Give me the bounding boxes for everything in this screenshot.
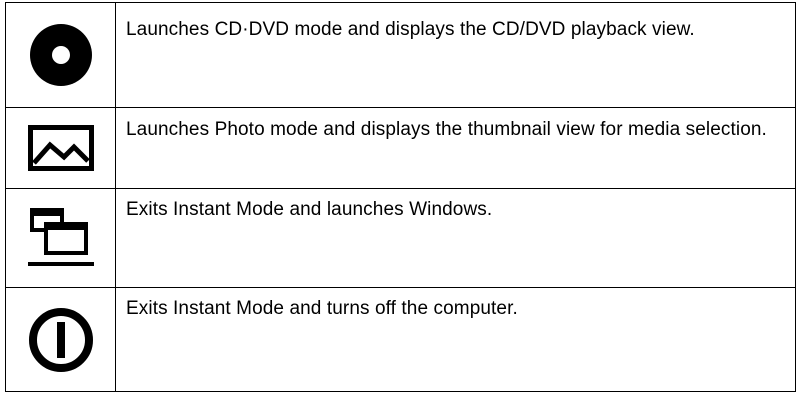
- power-icon: [28, 307, 94, 372]
- table-row: Launches CD·DVD mode and displays the CD…: [5, 2, 796, 108]
- instant-mode-buttons-table: Launches CD·DVD mode and displays the CD…: [5, 2, 796, 392]
- icon-cell: [5, 188, 116, 288]
- icon-cell: [5, 287, 116, 392]
- description-cell: Launches Photo mode and displays the thu…: [115, 107, 796, 189]
- icon-cell: [5, 2, 116, 108]
- disc-icon: [29, 24, 93, 86]
- photo-icon: [27, 125, 94, 171]
- windows-switch-icon: [27, 208, 94, 266]
- table-row: Launches Photo mode and displays the thu…: [5, 107, 796, 189]
- table-row: Exits Instant Mode and launches Windows.: [5, 188, 796, 288]
- description-cell: Exits Instant Mode and launches Windows.: [115, 188, 796, 288]
- table-row: Exits Instant Mode and turns off the com…: [5, 287, 796, 392]
- description-cell: Launches CD·DVD mode and displays the CD…: [115, 2, 796, 108]
- description-cell: Exits Instant Mode and turns off the com…: [115, 287, 796, 392]
- icon-cell: [5, 107, 116, 189]
